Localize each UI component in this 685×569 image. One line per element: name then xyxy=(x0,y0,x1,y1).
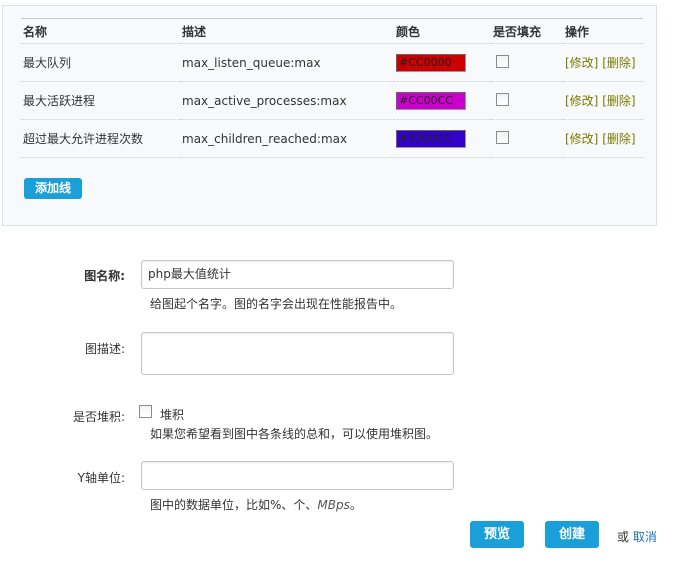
add-line-button[interactable]: 添加线 xyxy=(24,178,82,199)
stack-checkbox-label: 堆积 xyxy=(160,408,185,422)
stack-label: 是否堆积: xyxy=(72,410,125,424)
edit-link[interactable]: [修改] xyxy=(565,56,598,70)
line-description: max_active_processes:max xyxy=(180,81,394,120)
cancel-link[interactable]: 取消 xyxy=(633,530,657,544)
header-actions: 操作 xyxy=(563,18,643,44)
line-description: max_children_reached:max xyxy=(180,119,394,158)
color-field[interactable]: #CC0000 xyxy=(396,53,466,72)
lines-table: 名称 描述 颜色 是否填充 操作 最大队列 max_listen_queue:m… xyxy=(21,18,643,158)
edit-link[interactable]: [修改] xyxy=(565,94,598,108)
line-name: 超过最大允许进程次数 xyxy=(21,119,180,158)
table-row: 最大队列 max_listen_queue:max #CC0000 [修改] [… xyxy=(21,43,643,82)
header-fill: 是否填充 xyxy=(491,18,563,44)
graph-name-label: 图名称: xyxy=(84,269,125,283)
graph-lines-panel: 名称 描述 颜色 是否填充 操作 最大队列 max_listen_queue:m… xyxy=(2,5,657,226)
table-row: 最大活跃进程 max_active_processes:max #CC00CC … xyxy=(21,81,643,120)
stack-checkbox[interactable] xyxy=(139,405,152,418)
color-field[interactable]: #CC00CC xyxy=(396,91,466,110)
line-description: max_listen_queue:max xyxy=(180,43,394,82)
fill-checkbox[interactable] xyxy=(496,54,509,68)
header-description: 描述 xyxy=(180,18,394,44)
line-name: 最大队列 xyxy=(21,43,180,82)
graph-name-hint: 给图起个名字。图的名字会出现在性能报告中。 xyxy=(150,297,403,311)
create-button[interactable]: 创建 xyxy=(545,521,599,548)
edit-link[interactable]: [修改] xyxy=(565,132,598,146)
color-field[interactable]: #3300CC xyxy=(396,129,466,148)
fill-checkbox[interactable] xyxy=(496,130,509,144)
graph-description-label: 图描述: xyxy=(84,342,125,356)
line-name: 最大活跃进程 xyxy=(21,81,180,120)
y-unit-input[interactable] xyxy=(141,461,454,490)
or-text: 或 取消 xyxy=(617,530,657,544)
y-unit-label: Y轴单位: xyxy=(77,471,125,485)
graph-description-textarea[interactable] xyxy=(141,332,454,375)
y-unit-hint: 图中的数据单位，比如%、个、MBps。 xyxy=(150,498,362,512)
table-row: 超过最大允许进程次数 max_children_reached:max #330… xyxy=(21,119,643,158)
delete-link[interactable]: [删除] xyxy=(602,94,635,108)
stack-hint: 如果您希望看到图中各条线的总和，可以使用堆积图。 xyxy=(150,427,439,441)
delete-link[interactable]: [删除] xyxy=(602,56,635,70)
fill-checkbox[interactable] xyxy=(496,92,509,106)
preview-button[interactable]: 预览 xyxy=(470,521,524,548)
header-name: 名称 xyxy=(21,18,180,44)
header-color: 颜色 xyxy=(394,18,491,44)
table-header-row: 名称 描述 颜色 是否填充 操作 xyxy=(21,18,643,44)
delete-link[interactable]: [删除] xyxy=(602,132,635,146)
graph-name-input[interactable]: php最大值统计 xyxy=(141,260,454,289)
